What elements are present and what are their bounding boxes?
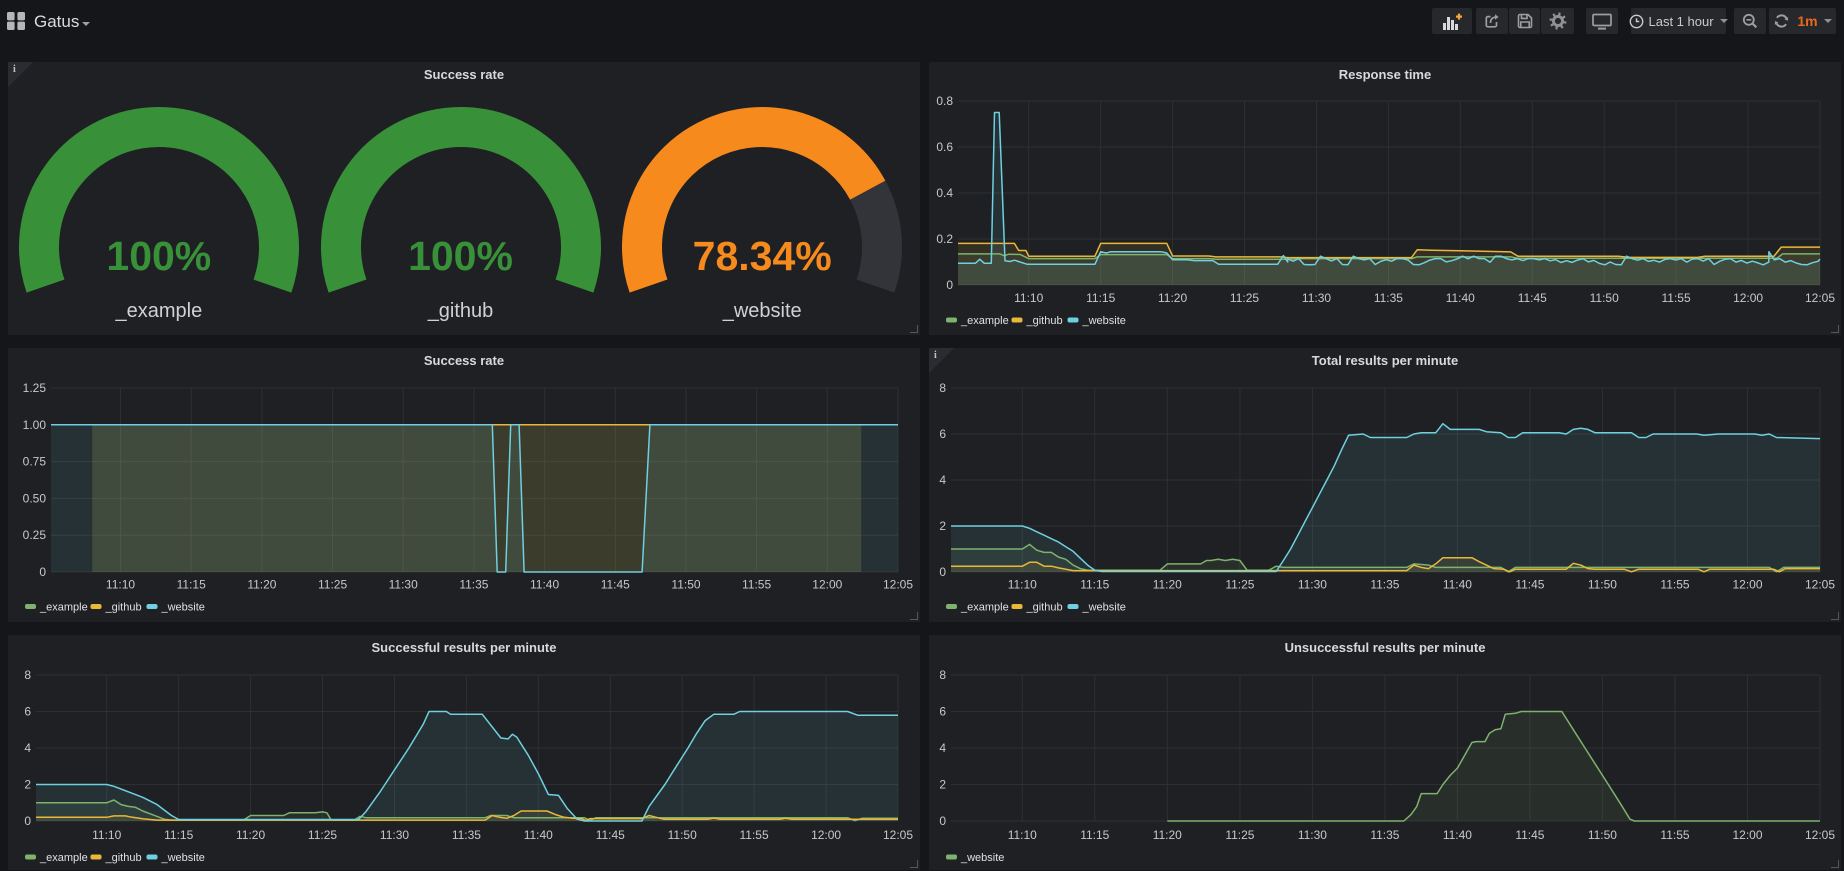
svg-text:11:40: 11:40: [1443, 828, 1472, 842]
svg-text:0: 0: [939, 565, 946, 579]
svg-text:4: 4: [24, 741, 31, 755]
svg-text:11:25: 11:25: [308, 828, 337, 842]
svg-text:_website: _website: [161, 852, 205, 864]
svg-text:11:15: 11:15: [1080, 828, 1109, 842]
svg-text:11:35: 11:35: [452, 828, 481, 842]
svg-text:11:20: 11:20: [1153, 578, 1182, 592]
svg-text:12:00: 12:00: [812, 578, 842, 592]
svg-text:0: 0: [946, 278, 953, 292]
svg-text:_website: _website: [161, 602, 205, 614]
svg-text:11:30: 11:30: [1302, 291, 1331, 305]
svg-text:11:35: 11:35: [1370, 828, 1399, 842]
svg-text:8: 8: [939, 381, 946, 395]
svg-text:11:55: 11:55: [1660, 828, 1689, 842]
svg-text:0.50: 0.50: [23, 491, 47, 505]
svg-text:11:10: 11:10: [1008, 828, 1037, 842]
svg-text:_example: _example: [960, 602, 1009, 614]
svg-text:_github: _github: [1026, 315, 1063, 327]
svg-text:2: 2: [939, 519, 946, 533]
svg-text:12:00: 12:00: [1733, 291, 1763, 305]
svg-text:11:40: 11:40: [1443, 578, 1472, 592]
svg-text:11:45: 11:45: [1518, 291, 1547, 305]
svg-text:11:15: 11:15: [177, 578, 206, 592]
svg-text:11:55: 11:55: [1662, 291, 1691, 305]
svg-text:0.8: 0.8: [936, 94, 953, 108]
svg-text:11:35: 11:35: [459, 578, 488, 592]
svg-text:6: 6: [939, 427, 946, 441]
svg-text:_github: _github: [105, 602, 142, 614]
svg-text:0.2: 0.2: [936, 232, 953, 246]
svg-text:_website: _website: [1082, 315, 1126, 327]
svg-text:_github: _github: [105, 852, 142, 864]
svg-text:11:40: 11:40: [1446, 291, 1475, 305]
svg-text:11:45: 11:45: [601, 578, 630, 592]
svg-text:_example: _example: [960, 315, 1009, 327]
svg-text:4: 4: [939, 741, 946, 755]
svg-text:11:50: 11:50: [668, 828, 697, 842]
svg-text:11:50: 11:50: [671, 578, 700, 592]
svg-text:11:50: 11:50: [1588, 828, 1617, 842]
svg-text:_website: _website: [960, 852, 1004, 864]
svg-text:6: 6: [24, 705, 31, 719]
svg-text:11:10: 11:10: [106, 578, 135, 592]
svg-text:12:00: 12:00: [811, 828, 841, 842]
svg-text:11:10: 11:10: [1014, 291, 1043, 305]
svg-text:12:05: 12:05: [883, 578, 913, 592]
svg-text:11:25: 11:25: [318, 578, 347, 592]
svg-text:8: 8: [939, 668, 946, 682]
svg-text:12:00: 12:00: [1732, 578, 1762, 592]
svg-text:0: 0: [39, 565, 46, 579]
svg-text:1.00: 1.00: [23, 418, 47, 432]
svg-text:11:45: 11:45: [1515, 828, 1544, 842]
svg-text:11:30: 11:30: [380, 828, 409, 842]
svg-text:0.4: 0.4: [936, 186, 953, 200]
svg-text:11:50: 11:50: [1588, 578, 1617, 592]
svg-text:12:00: 12:00: [1732, 828, 1762, 842]
svg-text:0: 0: [24, 814, 31, 828]
svg-text:12:05: 12:05: [1805, 578, 1835, 592]
svg-text:11:40: 11:40: [530, 578, 559, 592]
svg-text:11:15: 11:15: [1086, 291, 1115, 305]
svg-text:11:55: 11:55: [740, 828, 769, 842]
svg-text:11:30: 11:30: [1298, 578, 1327, 592]
svg-text:_github: _github: [1026, 602, 1063, 614]
svg-text:6: 6: [939, 705, 946, 719]
svg-text:_example: _example: [39, 602, 88, 614]
svg-text:1.25: 1.25: [23, 381, 47, 395]
svg-text:0.75: 0.75: [23, 455, 47, 469]
svg-text:0: 0: [939, 814, 946, 828]
svg-text:11:55: 11:55: [1660, 578, 1689, 592]
svg-text:11:20: 11:20: [1158, 291, 1187, 305]
svg-text:11:40: 11:40: [524, 828, 553, 842]
svg-text:11:20: 11:20: [1153, 828, 1182, 842]
svg-text:2: 2: [939, 778, 946, 792]
svg-text:11:50: 11:50: [1590, 291, 1619, 305]
svg-text:_example: _example: [39, 852, 88, 864]
svg-text:11:45: 11:45: [596, 828, 625, 842]
svg-text:11:45: 11:45: [1515, 578, 1544, 592]
svg-text:11:25: 11:25: [1225, 828, 1254, 842]
svg-text:11:30: 11:30: [1298, 828, 1327, 842]
svg-text:11:35: 11:35: [1370, 578, 1399, 592]
svg-text:11:35: 11:35: [1374, 291, 1403, 305]
svg-text:0.6: 0.6: [936, 140, 953, 154]
svg-text:11:25: 11:25: [1225, 578, 1254, 592]
svg-text:11:20: 11:20: [236, 828, 265, 842]
svg-text:12:05: 12:05: [883, 828, 913, 842]
svg-text:11:30: 11:30: [389, 578, 418, 592]
svg-text:11:55: 11:55: [742, 578, 771, 592]
svg-text:2: 2: [24, 778, 31, 792]
svg-text:12:05: 12:05: [1805, 828, 1835, 842]
svg-text:4: 4: [939, 473, 946, 487]
svg-text:11:10: 11:10: [1008, 578, 1037, 592]
svg-text:11:15: 11:15: [164, 828, 193, 842]
svg-text:12:05: 12:05: [1805, 291, 1835, 305]
svg-text:11:15: 11:15: [1080, 578, 1109, 592]
svg-text:_website: _website: [1082, 602, 1126, 614]
svg-text:0.25: 0.25: [23, 528, 47, 542]
svg-text:8: 8: [24, 668, 31, 682]
svg-text:11:20: 11:20: [247, 578, 276, 592]
svg-text:11:10: 11:10: [92, 828, 121, 842]
svg-text:11:25: 11:25: [1230, 291, 1259, 305]
